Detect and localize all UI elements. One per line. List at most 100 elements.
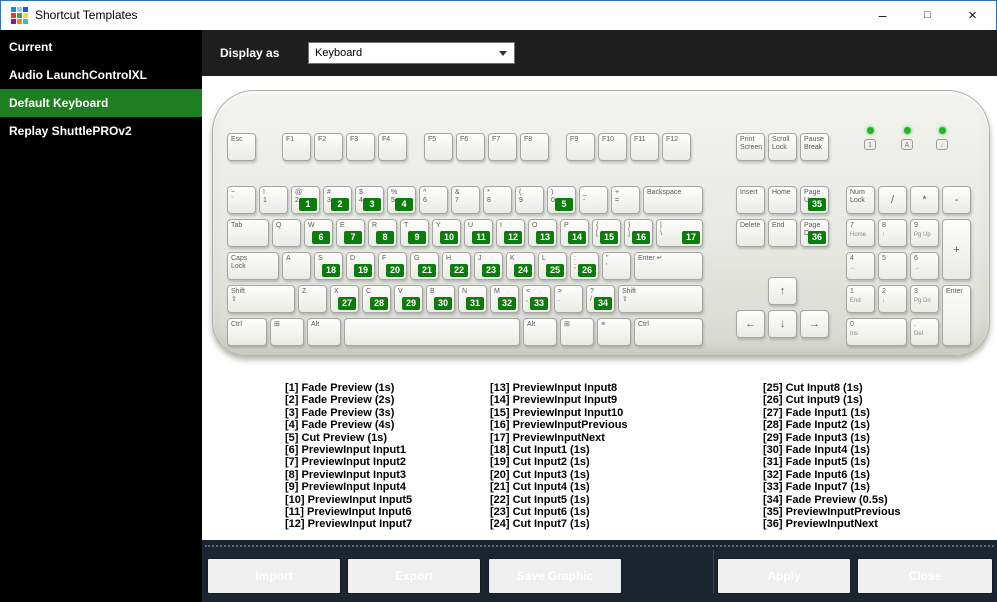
keyboard-key[interactable]: Q xyxy=(272,219,301,247)
keyboard-key[interactable]: F6 xyxy=(456,133,485,161)
keyboard-key[interactable]: Alt xyxy=(523,318,557,346)
keyboard-key[interactable]: 6 → xyxy=(910,252,939,280)
minimize-button[interactable]: – xyxy=(860,1,905,30)
keyboard-key[interactable]: Home xyxy=(768,186,797,214)
keyboard-key[interactable]: & 7 xyxy=(451,186,480,214)
keyboard-key[interactable]: M 32 xyxy=(490,285,519,313)
keyboard-key[interactable]: F9 xyxy=(566,133,595,161)
keyboard-key[interactable]: ~ ` xyxy=(227,186,256,214)
keyboard-key[interactable]: F12 xyxy=(662,133,691,161)
keyboard-key[interactable]: 1 End xyxy=(846,285,875,313)
keyboard-key[interactable]: Page Up35 xyxy=(800,186,829,214)
keyboard-key[interactable]: 7 Home xyxy=(846,219,875,247)
keyboard-key[interactable]: < , 33 xyxy=(522,285,551,313)
keyboard-key[interactable]: / xyxy=(878,186,907,214)
keyboard-key[interactable]: ? /34 xyxy=(586,285,615,313)
keyboard-key[interactable]: Enter ↵ xyxy=(634,252,703,280)
keyboard-key[interactable]: Shift ⇧ xyxy=(618,285,703,313)
keyboard-key[interactable]: 9 Pg Up xyxy=(910,219,939,247)
keyboard-key[interactable]: F5 xyxy=(424,133,453,161)
close-footer-button[interactable]: Close xyxy=(857,558,993,594)
keyboard-key[interactable]: ⊞ xyxy=(560,318,594,346)
keyboard-key[interactable]: Ctrl xyxy=(227,318,267,346)
keyboard-key[interactable]: Pause Break xyxy=(800,133,829,161)
keyboard-key[interactable]: 5 xyxy=(878,252,907,280)
keyboard-key[interactable]: 2 ↓ xyxy=(878,285,907,313)
keyboard-key[interactable]: | \ 17 xyxy=(656,219,703,247)
keyboard-key[interactable]: Insert xyxy=(736,186,765,214)
keyboard-key[interactable]: End xyxy=(768,219,797,247)
keyboard-key[interactable] xyxy=(344,318,520,346)
keyboard-key[interactable]: # 32 xyxy=(323,186,352,214)
sidebar-item-current[interactable]: Current xyxy=(0,33,202,61)
keyboard-key[interactable]: F10 xyxy=(598,133,627,161)
keyboard-key[interactable]: F3 xyxy=(346,133,375,161)
keyboard-key[interactable]: E7 xyxy=(336,219,365,247)
keyboard-key[interactable]: N 31 xyxy=(458,285,487,313)
keyboard-key[interactable]: Scroll Lock xyxy=(768,133,797,161)
keyboard-key[interactable]: 3 Pg Dn xyxy=(910,285,939,313)
keyboard-key[interactable]: F8 xyxy=(520,133,549,161)
sidebar-item-replay-shuttleprov2[interactable]: Replay ShuttlePROv2 xyxy=(0,117,202,145)
keyboard-key[interactable]: X 27 xyxy=(330,285,359,313)
keyboard-key[interactable]: $ 43 xyxy=(355,186,384,214)
keyboard-key[interactable]: Page Down36 xyxy=(800,219,829,247)
keyboard-key[interactable]: A xyxy=(282,252,311,280)
keyboard-key[interactable]: Alt xyxy=(307,318,341,346)
apply-button[interactable]: Apply xyxy=(717,558,851,594)
keyboard-key[interactable]: 8 ↑ xyxy=(878,219,907,247)
keyboard-key[interactable]: K 24 xyxy=(506,252,535,280)
keyboard-key[interactable]: F4 xyxy=(378,133,407,161)
keyboard-key[interactable]: Caps Lock xyxy=(227,252,279,280)
keyboard-key[interactable]: Ctrl xyxy=(634,318,703,346)
keyboard-key[interactable]: C 28 xyxy=(362,285,391,313)
keyboard-key[interactable]: 0 Ins xyxy=(846,318,907,346)
keyboard-key[interactable]: Num Lock xyxy=(846,186,875,214)
keyboard-key[interactable]: J 23 xyxy=(474,252,503,280)
keyboard-key[interactable]: H 22 xyxy=(442,252,471,280)
keyboard-key[interactable]: O 13 xyxy=(528,219,557,247)
keyboard-key[interactable]: " ' xyxy=(602,252,631,280)
keyboard-key[interactable]: ↓ xyxy=(768,310,797,338)
import-button[interactable]: Import xyxy=(207,558,341,594)
display-as-dropdown[interactable]: Keyboard xyxy=(308,42,515,64)
keyboard-key[interactable]: B 30 xyxy=(426,285,455,313)
keyboard-key[interactable]: G 21 xyxy=(410,252,439,280)
export-button[interactable]: Export xyxy=(347,558,481,594)
keyboard-key[interactable]: V 29 xyxy=(394,285,423,313)
keyboard-key[interactable]: P 14 xyxy=(560,219,589,247)
keyboard-key[interactable]: % 54 xyxy=(387,186,416,214)
keyboard-key[interactable]: + xyxy=(942,219,971,280)
keyboard-key[interactable]: F11 xyxy=(630,133,659,161)
keyboard-key[interactable]: R8 xyxy=(368,219,397,247)
keyboard-key[interactable]: @ 21 xyxy=(291,186,320,214)
keyboard-key[interactable]: > . xyxy=(554,285,583,313)
keyboard-key[interactable]: : ; 26 xyxy=(570,252,599,280)
keyboard-key[interactable]: T9 xyxy=(400,219,429,247)
keyboard-key[interactable]: Z xyxy=(298,285,327,313)
keyboard-key[interactable]: Delete xyxy=(736,219,765,247)
keyboard-key[interactable]: D 19 xyxy=(346,252,375,280)
save-graphic-button[interactable]: Save Graphic xyxy=(488,558,622,594)
keyboard-key[interactable]: Esc xyxy=(227,133,256,161)
keyboard-key[interactable]: W6 xyxy=(304,219,333,247)
keyboard-key[interactable]: { [15 xyxy=(592,219,621,247)
sidebar-item-default-keyboard[interactable]: Default Keyboard xyxy=(0,89,202,117)
keyboard-key[interactable]: S 18 xyxy=(314,252,343,280)
keyboard-key[interactable]: ⊞ xyxy=(270,318,304,346)
keyboard-key[interactable]: + = xyxy=(611,186,640,214)
keyboard-key[interactable]: L 25 xyxy=(538,252,567,280)
keyboard-key[interactable]: ↑ xyxy=(768,277,797,305)
sidebar-item-audio-launchcontrolxl[interactable]: Audio LaunchControlXL xyxy=(0,61,202,89)
maximize-button[interactable]: □ xyxy=(905,1,950,30)
keyboard-key[interactable]: * 8 xyxy=(483,186,512,214)
close-button[interactable]: × xyxy=(950,1,995,30)
keyboard-key[interactable]: Backspace xyxy=(643,186,703,214)
keyboard-key[interactable]: I 12 xyxy=(496,219,525,247)
keyboard-key[interactable]: Print Screen xyxy=(736,133,765,161)
keyboard-key[interactable]: Y 10 xyxy=(432,219,461,247)
keyboard-key[interactable]: F2 xyxy=(314,133,343,161)
keyboard-key[interactable]: . Del xyxy=(910,318,939,346)
keyboard-key[interactable]: Shift ⇧ xyxy=(227,285,295,313)
keyboard-key[interactable]: F7 xyxy=(488,133,517,161)
